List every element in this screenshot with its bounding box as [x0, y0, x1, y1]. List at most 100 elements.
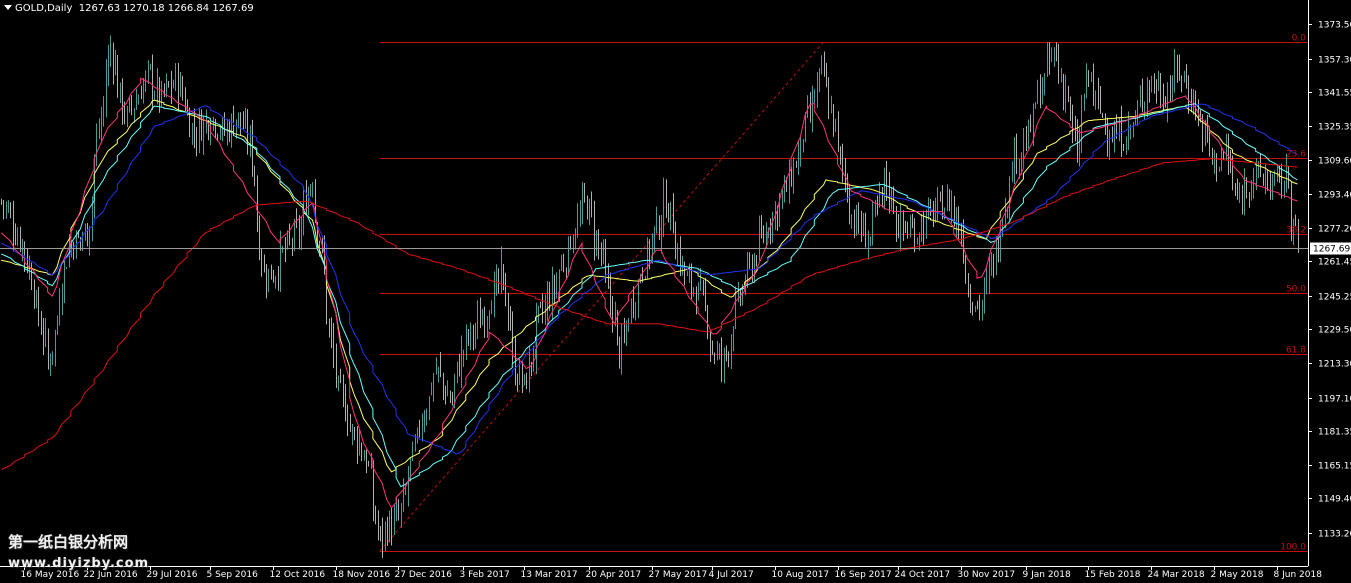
candle-body — [710, 333, 711, 349]
candle-body — [1137, 108, 1138, 115]
candle-body — [923, 222, 924, 236]
candle-body — [217, 135, 218, 137]
candle-body — [831, 107, 832, 112]
candle-body — [800, 137, 801, 156]
candle-body — [587, 198, 588, 219]
price-chart[interactable]: 0.0 23.6 38.2 50.0 61.8 100.0 1373.50 1357.30 1… — [0, 0, 1351, 583]
candle-body — [436, 370, 437, 373]
candle-body — [364, 458, 365, 461]
candle-body — [1133, 124, 1134, 131]
candle-body — [319, 241, 320, 248]
x-tick-label: 13 Mar 2017 — [521, 570, 578, 580]
candle-body — [457, 361, 458, 375]
candle-body — [582, 192, 583, 217]
candle-body — [1102, 113, 1103, 117]
candle-body — [1281, 173, 1282, 191]
candle-body — [505, 274, 506, 307]
candle-body — [415, 441, 416, 448]
candle-body — [512, 325, 513, 350]
candle-body — [1095, 90, 1096, 96]
candle-body — [310, 187, 311, 195]
candle-body — [254, 167, 255, 180]
candle-body — [1193, 93, 1194, 110]
candle-body — [463, 351, 464, 354]
candle-body — [480, 312, 481, 328]
candle-body — [963, 232, 964, 256]
candle-body — [385, 524, 386, 540]
candle-body — [294, 223, 295, 247]
candle-body — [268, 269, 269, 290]
candle-body — [993, 254, 994, 271]
y-tick-label: 1181.35 — [1318, 428, 1351, 438]
candle-body — [542, 306, 543, 313]
candle-body — [854, 221, 855, 229]
candle-body — [1028, 121, 1029, 146]
candle-body — [408, 472, 409, 493]
candle-body — [893, 189, 894, 213]
candle-body — [15, 237, 16, 243]
candle-body — [1244, 179, 1245, 205]
candle-body — [1056, 53, 1057, 57]
candle-body — [1030, 120, 1031, 132]
candle-body — [666, 191, 667, 215]
candle-body — [663, 191, 664, 227]
candle-body — [231, 116, 232, 137]
candle-body — [926, 211, 927, 233]
candle-body — [48, 333, 49, 365]
candle-body — [986, 280, 987, 283]
candle-body — [633, 299, 634, 312]
candle-body — [245, 121, 246, 126]
candle-body — [496, 274, 497, 283]
dropdown-triangle-icon[interactable] — [4, 5, 12, 10]
candle-body — [252, 128, 253, 169]
y-tick-label: 1293.40 — [1318, 191, 1351, 201]
last-price-label: 1267.69 — [1310, 242, 1351, 255]
candle-body — [487, 319, 488, 325]
candle-body — [719, 348, 720, 353]
candle-body — [422, 424, 423, 435]
candle-body — [468, 332, 469, 340]
candle-body — [1151, 78, 1152, 88]
candle-body — [387, 525, 388, 541]
candle-body — [731, 342, 732, 358]
candle-body — [371, 465, 372, 468]
candle-body — [494, 281, 495, 315]
y-tick-label: 1309.60 — [1318, 157, 1351, 167]
fib-level-label: 38.2 — [1286, 226, 1306, 236]
candle-body — [1140, 94, 1141, 107]
x-tick-label: 29 Jul 2016 — [147, 570, 198, 580]
candle-body — [914, 228, 915, 247]
candle-body — [275, 277, 276, 282]
candle-body — [361, 444, 362, 459]
candle-body — [222, 121, 223, 131]
candle-body — [947, 194, 948, 208]
candle-body — [863, 221, 864, 235]
candle-body — [1072, 116, 1073, 129]
candle-body — [1021, 153, 1022, 162]
candle-body — [570, 240, 571, 249]
candle-body — [1256, 164, 1257, 176]
candle-body — [898, 227, 899, 239]
x-tick-label: 18 Nov 2016 — [333, 570, 391, 580]
candle-body — [134, 108, 135, 112]
candle-body — [840, 148, 841, 154]
candle-body — [55, 331, 56, 352]
candle-body — [1272, 179, 1273, 189]
candle-body — [1260, 160, 1261, 176]
candle-body — [161, 85, 162, 102]
candle-body — [1205, 122, 1206, 138]
candle-body — [1230, 162, 1231, 167]
candle-body — [115, 59, 116, 73]
y-tick-label: 1165.15 — [1318, 462, 1351, 472]
candle-body — [426, 414, 427, 422]
candle-body — [503, 264, 504, 277]
candle-body — [13, 214, 14, 238]
candle-body — [982, 301, 983, 312]
candle-body — [352, 425, 353, 434]
candle-body — [278, 276, 279, 281]
candle-body — [424, 419, 425, 425]
candle-body — [131, 101, 132, 108]
candle-body — [647, 242, 648, 277]
candle-body — [770, 228, 771, 230]
candle-body — [989, 263, 990, 282]
